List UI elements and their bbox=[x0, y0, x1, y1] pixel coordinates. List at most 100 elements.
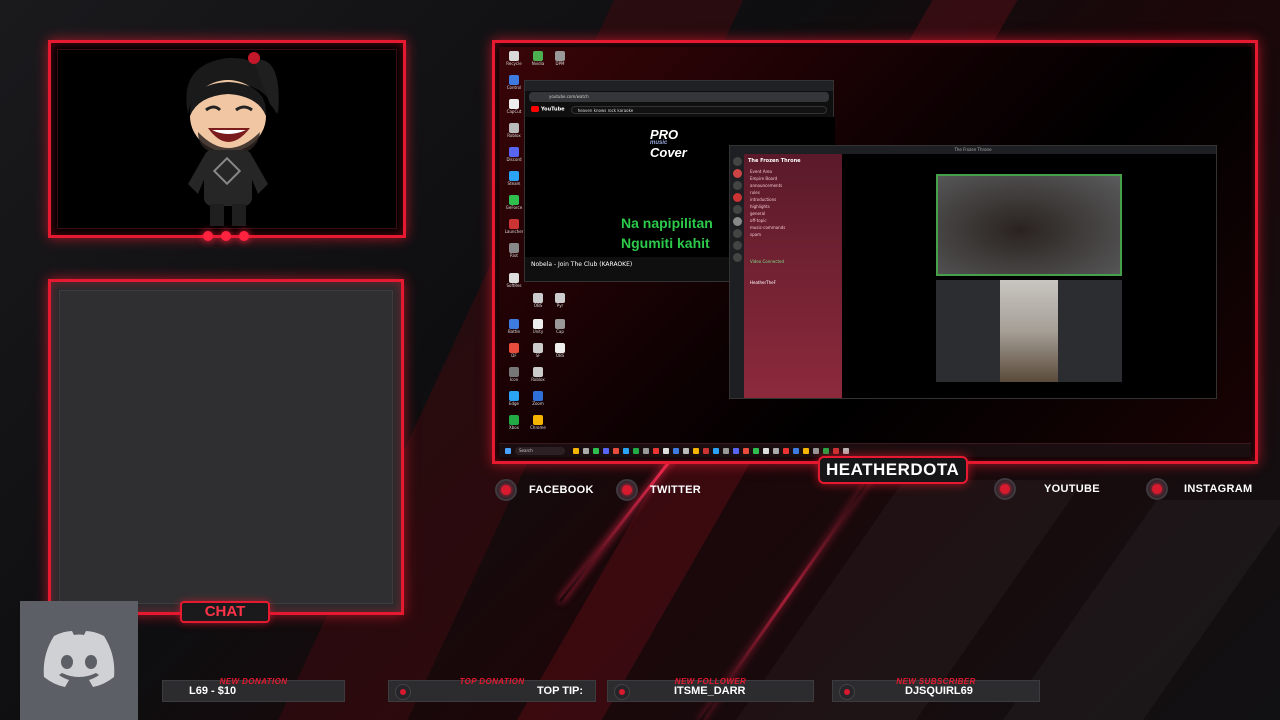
video-tile-webcam[interactable] bbox=[936, 174, 1122, 276]
taskbar-app-icon[interactable] bbox=[713, 448, 719, 454]
streamer-name: HEATHERDOTA bbox=[826, 460, 960, 479]
alert-icon bbox=[395, 684, 411, 700]
browser-url-bar[interactable]: youtube.com/watch bbox=[529, 92, 829, 102]
taskbar-app-icon[interactable] bbox=[773, 448, 779, 454]
taskbar-app-icon[interactable] bbox=[813, 448, 819, 454]
windows-taskbar: Search bbox=[499, 443, 1251, 457]
desktop-icon[interactable]: Unity bbox=[527, 319, 549, 334]
taskbar-app-icon[interactable] bbox=[723, 448, 729, 454]
top-donation-alert: TOP DONATION TOP TIP: bbox=[388, 677, 596, 702]
desktop-icon[interactable]: Edge bbox=[503, 391, 525, 406]
youtube-icon bbox=[994, 478, 1016, 500]
discord-channel[interactable]: highlights bbox=[744, 203, 842, 210]
desktop-icon[interactable]: DF bbox=[503, 343, 525, 358]
desktop-icon[interactable]: Roblox bbox=[503, 123, 525, 138]
chibi-avatar bbox=[186, 52, 279, 226]
taskbar-app-icon[interactable] bbox=[613, 448, 619, 454]
desktop-icon[interactable]: SoftRes bbox=[503, 273, 525, 288]
taskbar-app-icon[interactable] bbox=[663, 448, 669, 454]
desktop-icon[interactable]: Roblox bbox=[527, 367, 549, 382]
taskbar-app-icon[interactable] bbox=[683, 448, 689, 454]
desktop-icon[interactable]: SF bbox=[527, 343, 549, 358]
taskbar-app-icon[interactable] bbox=[643, 448, 649, 454]
taskbar-search[interactable]: Search bbox=[515, 447, 565, 455]
desktop-icon[interactable]: Discord bbox=[503, 147, 525, 162]
desktop-icon[interactable]: Nvidia bbox=[527, 51, 549, 66]
taskbar-app-icon[interactable] bbox=[743, 448, 749, 454]
avatar-area bbox=[57, 49, 397, 229]
discord-channel[interactable]: spam bbox=[744, 231, 842, 238]
desktop-icon[interactable]: Chrome bbox=[527, 415, 549, 430]
new-donation-alert: NEW DONATION L69 - $10 bbox=[162, 677, 345, 702]
discord-channel[interactable]: announcements bbox=[744, 182, 842, 189]
taskbar-app-icon[interactable] bbox=[733, 448, 739, 454]
video-tile-camera[interactable] bbox=[936, 280, 1122, 382]
taskbar-app-icon[interactable] bbox=[763, 448, 769, 454]
desktop-icon[interactable]: Cap bbox=[549, 319, 571, 334]
youtube-logo[interactable]: YouTube bbox=[531, 106, 565, 113]
taskbar-app-icon[interactable] bbox=[593, 448, 599, 454]
discord-channel-list[interactable]: The Frozen Throne Event Area Empire Boar… bbox=[744, 154, 842, 398]
youtube-search-input[interactable]: heaven knows rock karaoke bbox=[570, 105, 827, 114]
desktop-icon[interactable]: OBS bbox=[527, 293, 549, 308]
frame-indicator-dot bbox=[239, 231, 249, 241]
desktop-icon[interactable]: GeForce bbox=[503, 195, 525, 210]
desktop-icon[interactable]: Control bbox=[503, 75, 525, 90]
taskbar-app-icon[interactable] bbox=[583, 448, 589, 454]
desktop-icon[interactable]: CapCut bbox=[503, 99, 525, 114]
desktop-icon[interactable]: Battle bbox=[503, 319, 525, 334]
discord-channel[interactable]: introductions bbox=[744, 196, 842, 203]
alert-icon bbox=[614, 684, 630, 700]
taskbar-app-icon[interactable] bbox=[603, 448, 609, 454]
taskbar-app-icon[interactable] bbox=[633, 448, 639, 454]
taskbar-app-icon[interactable] bbox=[703, 448, 709, 454]
discord-channel[interactable]: music-commands bbox=[744, 224, 842, 231]
discord-user[interactable]: HeatherTheF bbox=[744, 279, 842, 286]
discord-channel[interactable]: off-topic bbox=[744, 217, 842, 224]
discord-channel[interactable]: general bbox=[744, 210, 842, 217]
taskbar-app-icon[interactable] bbox=[833, 448, 839, 454]
new-subscriber-alert: NEW SUBSCRIBER DJSQUIRL69 bbox=[832, 677, 1040, 702]
karaoke-lyric-line: Ngumiti kahit bbox=[621, 235, 710, 251]
taskbar-app-icon[interactable] bbox=[653, 448, 659, 454]
desktop-icon[interactable]: OBS bbox=[549, 343, 571, 358]
desktop-icon[interactable]: Icon bbox=[503, 367, 525, 382]
chat-area bbox=[59, 290, 393, 604]
discord-channel[interactable]: rules bbox=[744, 189, 842, 196]
taskbar-app-icon[interactable] bbox=[753, 448, 759, 454]
desktop-icon[interactable]: Pyr bbox=[549, 293, 571, 308]
browser-tabs[interactable] bbox=[525, 81, 833, 91]
desktop-icon[interactable]: DPM bbox=[549, 51, 571, 66]
discord-server-rail[interactable] bbox=[730, 154, 744, 398]
desktop-icon[interactable]: Recycle bbox=[503, 51, 525, 66]
taskbar-app-icon[interactable] bbox=[793, 448, 799, 454]
social-label: INSTAGRAM bbox=[1184, 483, 1253, 495]
chat-label: CHAT bbox=[180, 601, 270, 623]
streamer-nameplate: HEATHERDOTA bbox=[818, 456, 968, 484]
taskbar-app-icon[interactable] bbox=[693, 448, 699, 454]
taskbar-app-icon[interactable] bbox=[673, 448, 679, 454]
alert-value: TOP TIP: bbox=[537, 685, 584, 697]
discord-video-call bbox=[842, 154, 1216, 398]
discord-server-name[interactable]: The Frozen Throne bbox=[744, 154, 842, 168]
taskbar-app-icon[interactable] bbox=[843, 448, 849, 454]
camera-feed bbox=[1000, 280, 1058, 382]
social-youtube: YOUTUBE bbox=[994, 478, 1100, 500]
desktop-icon[interactable]: Riot bbox=[503, 243, 525, 258]
desktop-icon[interactable]: Steam bbox=[503, 171, 525, 186]
discord-channel[interactable]: Empire Board bbox=[744, 175, 842, 182]
discord-window[interactable]: The Frozen Throne The Frozen Throne Even… bbox=[729, 145, 1217, 399]
windows-start-icon[interactable] bbox=[505, 448, 511, 454]
discord-channel[interactable]: Event Area bbox=[744, 168, 842, 175]
taskbar-app-icon[interactable] bbox=[783, 448, 789, 454]
desktop-icon[interactable]: Launcher bbox=[503, 219, 525, 234]
alert-badge: TOP DONATION bbox=[459, 677, 525, 686]
desktop-icon[interactable]: Xbox bbox=[503, 415, 525, 430]
taskbar-app-icon[interactable] bbox=[823, 448, 829, 454]
desktop-icon[interactable]: Zoom bbox=[527, 391, 549, 406]
taskbar-app-icon[interactable] bbox=[573, 448, 579, 454]
pro-music-cover-logo: PRO music Cover bbox=[650, 127, 687, 160]
youtube-video-title: Nobela - Join The Club (KARAOKE) bbox=[531, 261, 633, 268]
taskbar-app-icon[interactable] bbox=[623, 448, 629, 454]
taskbar-app-icon[interactable] bbox=[803, 448, 809, 454]
